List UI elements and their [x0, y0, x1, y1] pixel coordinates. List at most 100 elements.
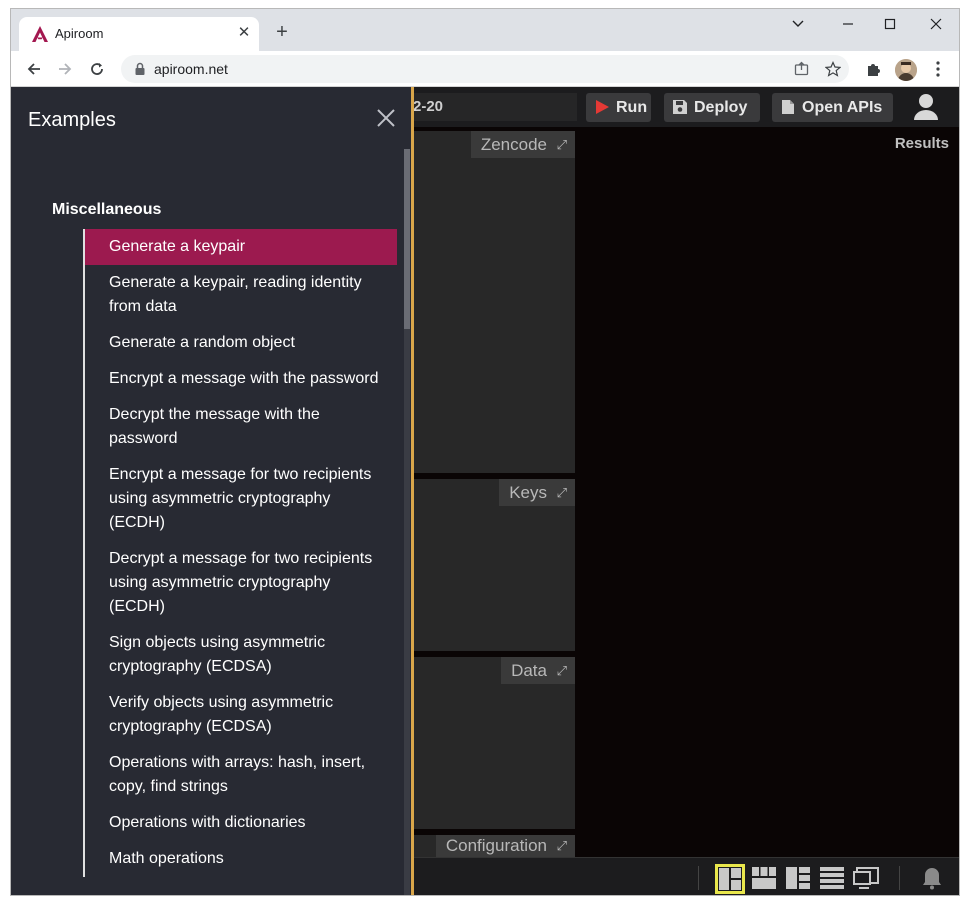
example-item[interactable]: Sign objects using asymmetric cryptograp…	[83, 625, 397, 685]
puzzle-icon	[868, 64, 880, 76]
save-icon	[673, 100, 687, 114]
monitor-icon	[853, 867, 879, 889]
layout-rows-icon	[820, 867, 844, 889]
example-item[interactable]: Encrypt a message with the password	[83, 361, 397, 397]
zencode-panel-title: Zencode	[480, 135, 547, 154]
scrollbar-thumb[interactable]	[404, 149, 410, 329]
deploy-label: Deploy	[694, 99, 748, 116]
layout-grid-icon	[786, 867, 810, 889]
configuration-panel[interactable]: Configuration ⤢	[401, 835, 575, 857]
play-icon	[596, 100, 609, 114]
arrow-right-icon	[59, 63, 72, 75]
examples-drawer: Examples Miscellaneous Generate a keypai…	[11, 87, 413, 895]
examples-list: Generate a keypair Generate a keypair, r…	[83, 229, 397, 877]
layout-split-icon	[719, 868, 741, 890]
expand-icon[interactable]: ⤢	[557, 479, 567, 506]
keys-panel[interactable]: Keys ⤢	[401, 479, 575, 651]
minimize-icon	[843, 23, 853, 25]
section-heading: Miscellaneous	[52, 201, 162, 218]
arrow-left-icon	[27, 63, 40, 75]
data-panel-title: Data	[511, 661, 547, 680]
maximize-window-button[interactable]	[875, 13, 905, 35]
maximize-icon	[884, 18, 896, 30]
example-item[interactable]: Encrypt a message for two recipients usi…	[83, 457, 397, 541]
close-icon	[930, 18, 942, 30]
close-icon	[377, 109, 395, 127]
zencode-panel-header: Zencode ⤢	[470, 131, 575, 158]
example-item[interactable]: Generate a random object	[83, 325, 397, 361]
reload-icon	[91, 63, 103, 75]
avatar	[895, 59, 917, 81]
chevron-down-icon	[792, 20, 804, 27]
expand-icon[interactable]: ⤢	[557, 657, 567, 684]
new-tab-button[interactable]: +	[271, 21, 293, 43]
address-bar[interactable]: apiroom.net	[121, 55, 849, 83]
keys-panel-header: Keys ⤢	[499, 479, 575, 506]
results-label: Results	[894, 135, 949, 152]
drawer-title: Examples	[28, 109, 116, 131]
expand-icon[interactable]: ⤢	[557, 131, 567, 158]
user-icon	[914, 94, 938, 120]
example-item[interactable]: Verify objects using asymmetric cryptogr…	[83, 685, 397, 745]
drawer-edge	[411, 87, 414, 895]
more-vertical-icon	[936, 61, 940, 77]
example-item[interactable]: Generate a keypair, reading identity fro…	[83, 265, 397, 325]
notifications-button[interactable]	[918, 864, 948, 894]
layout-present-button[interactable]	[852, 864, 882, 894]
data-panel-header: Data ⤢	[501, 657, 575, 684]
minimize-button[interactable]	[783, 13, 813, 35]
close-window-button[interactable]	[921, 13, 951, 35]
example-item-active[interactable]: Generate a keypair	[83, 229, 397, 265]
layout-editor-sidebar-button[interactable]	[715, 864, 745, 894]
forward-button[interactable]	[54, 58, 76, 80]
back-button[interactable]	[23, 58, 45, 80]
tab-strip: Apiroom ✕ +	[11, 9, 959, 51]
bell-icon	[923, 868, 941, 890]
lock-icon	[135, 62, 145, 75]
apiroom-app: 2-20 Run Deploy Open APIs Zencode ⤢ Keys…	[11, 87, 959, 895]
document-icon	[782, 100, 794, 114]
profile-avatar[interactable]	[895, 59, 917, 81]
data-panel[interactable]: Data ⤢	[401, 657, 575, 829]
configuration-panel-header: Configuration ⤢	[435, 835, 575, 857]
expand-icon[interactable]: ⤢	[557, 835, 567, 857]
revision-field[interactable]: 2-20	[401, 93, 577, 121]
extensions-button[interactable]	[863, 58, 885, 80]
bookmark-button[interactable]	[823, 59, 843, 79]
layout-columns-button[interactable]	[750, 864, 780, 894]
layout-columns-icon	[752, 867, 776, 889]
run-button[interactable]: Run	[586, 93, 651, 122]
apiroom-logo-icon	[32, 26, 48, 42]
example-item[interactable]: Operations with dictionaries	[83, 805, 397, 841]
divider	[698, 866, 699, 890]
browser-menu-button[interactable]	[927, 58, 949, 80]
example-item[interactable]: Math operations	[83, 841, 397, 877]
reload-button[interactable]	[86, 58, 108, 80]
example-item[interactable]: Decrypt a message for two recipients usi…	[83, 541, 397, 625]
drawer-close-button[interactable]	[375, 107, 397, 129]
deploy-button[interactable]: Deploy	[664, 93, 760, 122]
layout-grid-button[interactable]	[784, 864, 814, 894]
drawer-scrollbar[interactable]	[404, 149, 410, 895]
tab-close-icon[interactable]: ✕	[235, 24, 253, 42]
zencode-panel[interactable]: Zencode ⤢	[401, 131, 575, 473]
example-item[interactable]: Decrypt the message with the password	[83, 397, 397, 457]
tab-title: Apiroom	[55, 26, 104, 41]
open-apis-label: Open APIs	[802, 99, 883, 116]
minimize-window-button[interactable]	[833, 13, 863, 35]
share-button[interactable]	[791, 59, 811, 79]
layout-rows-button[interactable]	[818, 864, 848, 894]
browser-tab[interactable]: Apiroom ✕	[19, 17, 259, 51]
url-text: apiroom.net	[154, 61, 228, 77]
run-label: Run	[616, 99, 648, 116]
browser-window: Apiroom ✕ + apiroom.net 2-20 Run Deploy …	[10, 8, 960, 896]
divider	[899, 866, 900, 890]
share-icon	[794, 61, 808, 76]
user-account-button[interactable]	[913, 93, 939, 121]
star-icon	[824, 61, 842, 77]
configuration-panel-title: Configuration	[445, 836, 547, 855]
keys-panel-title: Keys	[509, 483, 547, 502]
open-apis-button[interactable]: Open APIs	[772, 93, 893, 122]
browser-toolbar: apiroom.net	[11, 51, 959, 87]
example-item[interactable]: Operations with arrays: hash, insert, co…	[83, 745, 397, 805]
